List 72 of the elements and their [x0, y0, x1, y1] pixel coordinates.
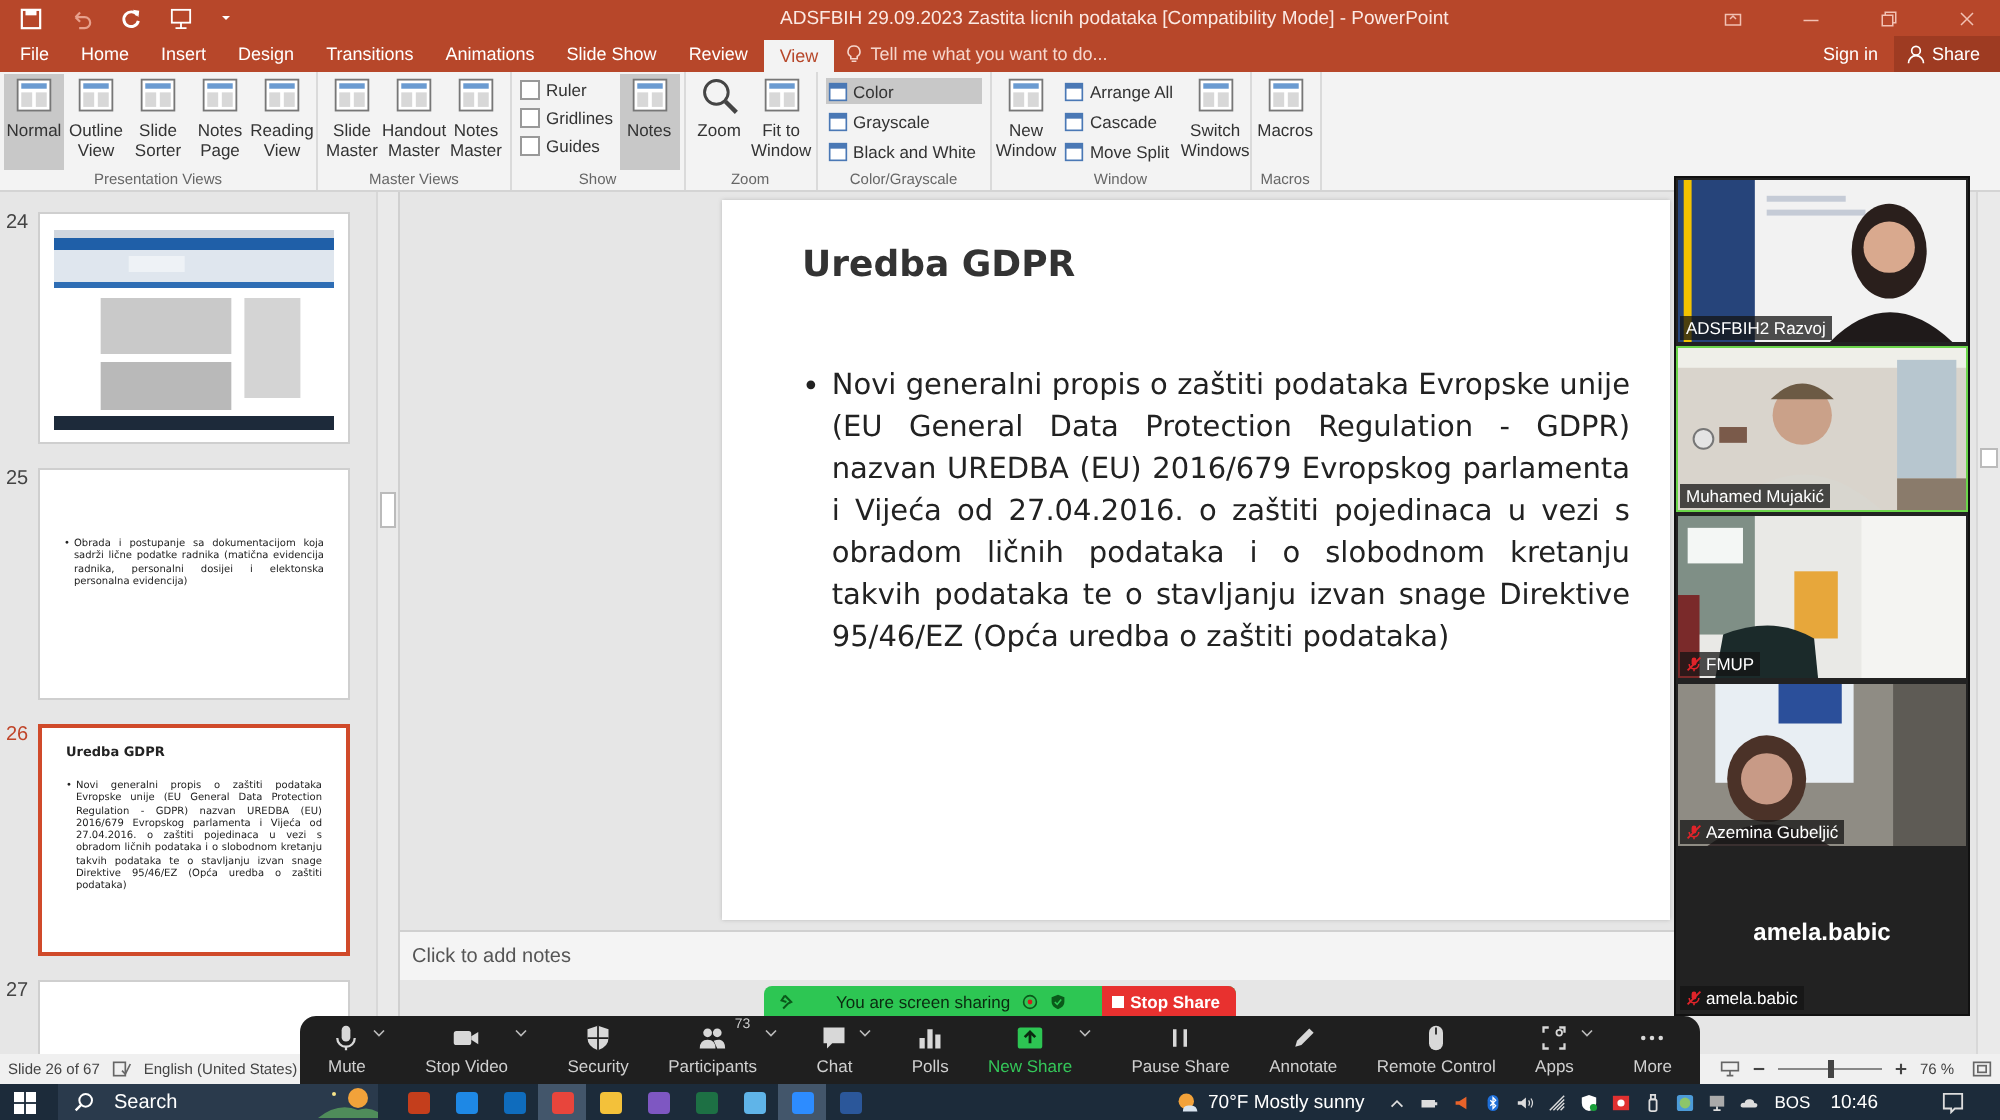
sharing-message: You are screen sharing [836, 991, 1011, 1011]
video-tile[interactable]: ADSFBIH2 Razvoj [1676, 178, 1968, 344]
meeting-control-button[interactable]: Apps [1535, 1024, 1574, 1076]
ribbon-button[interactable]: Notes Master [446, 74, 506, 170]
ribbon-tab[interactable]: Animations [429, 36, 551, 72]
checkbox-label: Guides [546, 136, 600, 156]
ribbon-button[interactable]: Outline View [66, 74, 126, 170]
meeting-control-button[interactable]: Chat [816, 1024, 853, 1076]
ribbon-button[interactable]: Color [825, 78, 982, 104]
meeting-control-button[interactable]: Polls [911, 1024, 949, 1076]
slide-number: 25 [6, 468, 31, 490]
meeting-control-button[interactable]: More [1633, 1024, 1672, 1076]
ribbon-button[interactable]: Reading View [252, 74, 312, 170]
ribbon-button[interactable]: Slide Master [322, 74, 382, 170]
ribbon-button[interactable]: Normal [4, 74, 64, 170]
ribbon-button[interactable]: Slide Sorter [128, 74, 188, 170]
slide-number: 24 [6, 212, 31, 234]
stop-share-button[interactable]: Stop Share [1102, 986, 1236, 1016]
participant-name: ADSFBIH2 Razvoj [1686, 318, 1826, 338]
participant-name: FMUP [1706, 654, 1755, 674]
ribbon-tab[interactable]: Insert [145, 36, 223, 72]
meeting-control-button[interactable]: New Share [988, 1024, 1073, 1076]
input-language[interactable]: BOS [1774, 1092, 1811, 1112]
meeting-control-button[interactable]: Stop Video [425, 1024, 509, 1076]
slide-number: 27 [6, 980, 31, 1002]
bullet-dot: • [802, 366, 820, 408]
ribbon-button[interactable]: Handout Master [384, 74, 444, 170]
ribbon-button[interactable]: Black and White [825, 138, 982, 164]
participant-name: Azemina Gubeljić [1706, 822, 1839, 842]
slide-number: 26 [6, 724, 31, 746]
video-tile[interactable]: Azemina Gubeljić [1676, 682, 1968, 848]
ribbon-button[interactable]: Notes [619, 74, 680, 170]
participant-name: Muhamed Mujakić [1686, 486, 1824, 506]
ribbon-button[interactable]: Switch Windows [1185, 74, 1246, 170]
ribbon-button[interactable]: Grayscale [825, 108, 982, 134]
sign-in-link[interactable]: Sign in [1806, 36, 1894, 72]
video-tile[interactable]: Muhamed Mujakić [1676, 346, 1968, 512]
ribbon-button[interactable]: Fit to Window [751, 74, 812, 170]
checkbox-label: Gridlines [546, 108, 614, 128]
meeting-control-button[interactable]: Security [567, 1024, 629, 1076]
meeting-control-button[interactable]: Remote Control [1376, 1024, 1496, 1076]
window-title: ADSFBIH 29.09.2023 Zastita licnih podataka [Compatibility Mode] - PowerPoint [780, 7, 1449, 29]
ribbon-tab[interactable]: Design [222, 36, 311, 72]
ribbon-button[interactable]: Notes Page [190, 74, 250, 170]
slide-title: Uredba GDPR [802, 244, 1076, 286]
ribbon-tab[interactable]: Transitions [310, 36, 430, 72]
ribbon-button[interactable]: Macros [1255, 74, 1316, 170]
video-tile[interactable]: FMUP [1676, 514, 1968, 680]
ribbon-button[interactable]: Move Split [1061, 138, 1180, 164]
weather-text[interactable]: 70°F Mostly sunny [1208, 1091, 1365, 1113]
ribbon-button[interactable]: New Window [995, 74, 1056, 170]
ribbon-button[interactable]: Arrange All [1061, 78, 1180, 104]
bullet-text: Novi generalni propis o zaštiti podataka Evropske unije (EU General Data Protection Regulation - GDPR) nazvan UREDBA (EU) 2016/679 Evropskog parlamenta i Vijeća od 27.04.2016. o zaštiti pojedinaca u vezi s obradom ličnih podataka i o slobodnom kretanju takvih podataka te o stavljanju izvan snage Direktive 95/46/EZ (Opća uredba o zaštiti podataka) [831, 368, 1630, 658]
clock[interactable]: 10:46 [1830, 1091, 1878, 1113]
meeting-control-button[interactable]: Mute [328, 1024, 366, 1076]
search-input[interactable]: Search [110, 1089, 258, 1115]
notes-field[interactable]: Click to add notes [400, 943, 816, 969]
checkbox-label: Ruler [546, 80, 587, 100]
meeting-control-button[interactable]: Annotate [1269, 1024, 1338, 1076]
search-field[interactable]: Search [58, 1084, 378, 1120]
ribbon-tab[interactable]: File [4, 36, 66, 72]
tell-me-input[interactable]: Tell me what you want to do... [866, 42, 1155, 66]
participant-name: amela.babic [1706, 988, 1798, 1008]
participant-display-name: amela.babic [1753, 918, 1891, 946]
ribbon-tab[interactable]: Home [65, 36, 146, 72]
ribbon-button[interactable]: Cascade [1061, 108, 1180, 134]
ribbon-tab[interactable]: Review [672, 36, 764, 72]
ribbon-button[interactable]: Zoom [689, 74, 750, 170]
meeting-control-button[interactable]: Pause Share [1131, 1024, 1230, 1076]
share-button[interactable]: Share [1893, 36, 2000, 72]
ribbon-tab[interactable]: Slide Show [550, 36, 673, 72]
ribbon-tab[interactable]: View [763, 40, 835, 72]
